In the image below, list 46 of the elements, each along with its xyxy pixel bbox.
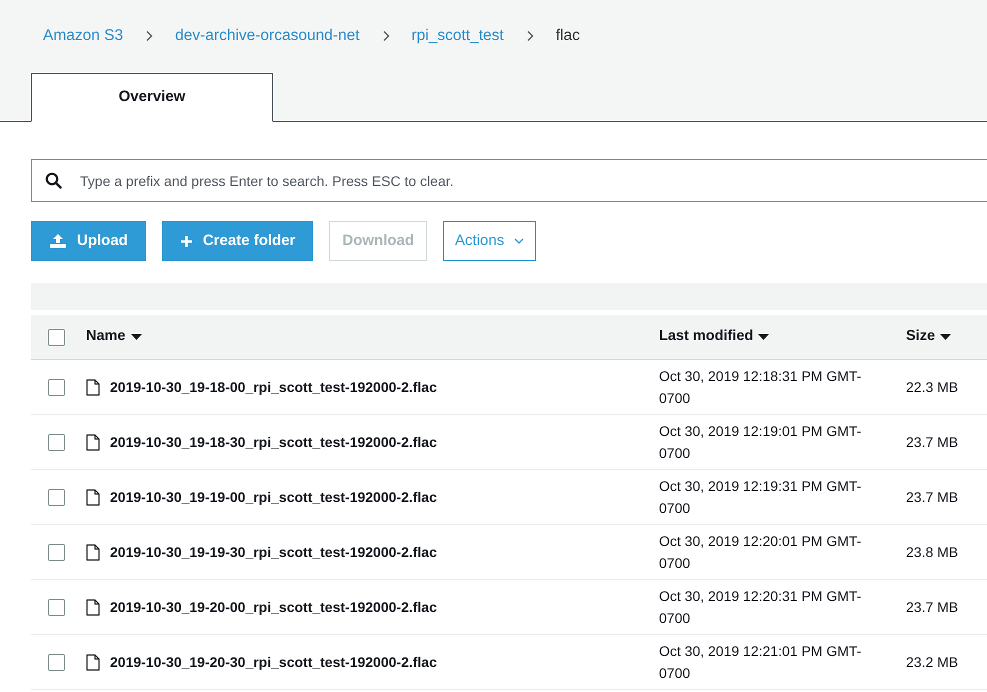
checkbox[interactable]	[48, 328, 65, 346]
table-cell-text: 23.8 MB	[906, 542, 960, 562]
file-name-link[interactable]: 2019-10-30_19-18-00_rpi_scott_test-192000-2.flac	[110, 376, 437, 398]
plus-icon	[180, 234, 193, 248]
tab[interactable]: Overview	[31, 73, 273, 122]
file-name-link[interactable]: 2019-10-30_19-19-30_rpi_scott_test-192000-2.flac	[110, 542, 437, 562]
upload-icon	[49, 233, 67, 249]
file-name-link[interactable]: 2019-10-30_19-20-00_rpi_scott_test-192000-2.flac	[110, 596, 437, 618]
file-name-link[interactable]: 2019-10-30_19-19-00_rpi_scott_test-192000-2.flac	[110, 486, 437, 508]
chevron-right-icon	[382, 30, 390, 42]
checkbox[interactable]	[48, 488, 65, 506]
checkbox[interactable]	[48, 654, 65, 670]
file-icon	[86, 434, 100, 450]
file-icon	[86, 654, 100, 670]
chevron-down-icon	[514, 238, 524, 244]
table-cell-text: Oct 30, 2019 12:20:31 PM GMT-0700	[659, 587, 862, 628]
file-icon	[86, 488, 100, 506]
checkbox[interactable]	[48, 378, 65, 396]
checkbox[interactable]	[48, 434, 65, 450]
table-cell-text: Oct 30, 2019 12:21:01 PM GMT-0700	[659, 642, 862, 683]
sort-caret-icon	[940, 334, 952, 340]
table-cell-text: 23.7 MB	[906, 488, 960, 506]
column-header[interactable]: Size	[906, 326, 936, 348]
file-name-link[interactable]: 2019-10-30_19-18-30_rpi_scott_test-192000-2.flac	[110, 432, 437, 452]
table-cell-text: 23.7 MB	[906, 598, 960, 616]
sort-caret-icon	[130, 334, 142, 340]
chevron-right-icon	[145, 30, 154, 42]
table-cell-text: 22.3 MB	[906, 378, 960, 396]
table-cell-text: Oct 30, 2019 12:18:31 PM GMT-0700	[659, 367, 862, 408]
column-header[interactable]: Last modified	[659, 326, 754, 348]
table-cell-text: Oct 30, 2019 12:19:31 PM GMT-0700	[659, 477, 862, 518]
table-cell-text: 23.7 MB	[906, 432, 960, 452]
checkbox[interactable]	[48, 598, 65, 616]
file-icon	[86, 598, 100, 616]
file-icon	[86, 378, 100, 396]
breadcrumb-current: flac	[556, 26, 580, 46]
table-cell-text: 23.2 MB	[906, 652, 960, 672]
file-name-link[interactable]: 2019-10-30_19-20-30_rpi_scott_test-192000-2.flac	[110, 652, 437, 672]
file-icon	[86, 544, 100, 560]
checkbox[interactable]	[48, 544, 65, 560]
sort-caret-icon	[758, 334, 770, 340]
table-cell-text: Oct 30, 2019 12:20:01 PM GMT-0700	[659, 532, 862, 573]
search-field[interactable]: Type a prefix and press Enter to search. Press ESC to clear.	[31, 159, 987, 202]
table-cell-text: Oct 30, 2019 12:19:01 PM GMT-0700	[659, 422, 862, 463]
column-header[interactable]: Name	[86, 326, 126, 348]
chevron-right-icon	[526, 30, 534, 42]
